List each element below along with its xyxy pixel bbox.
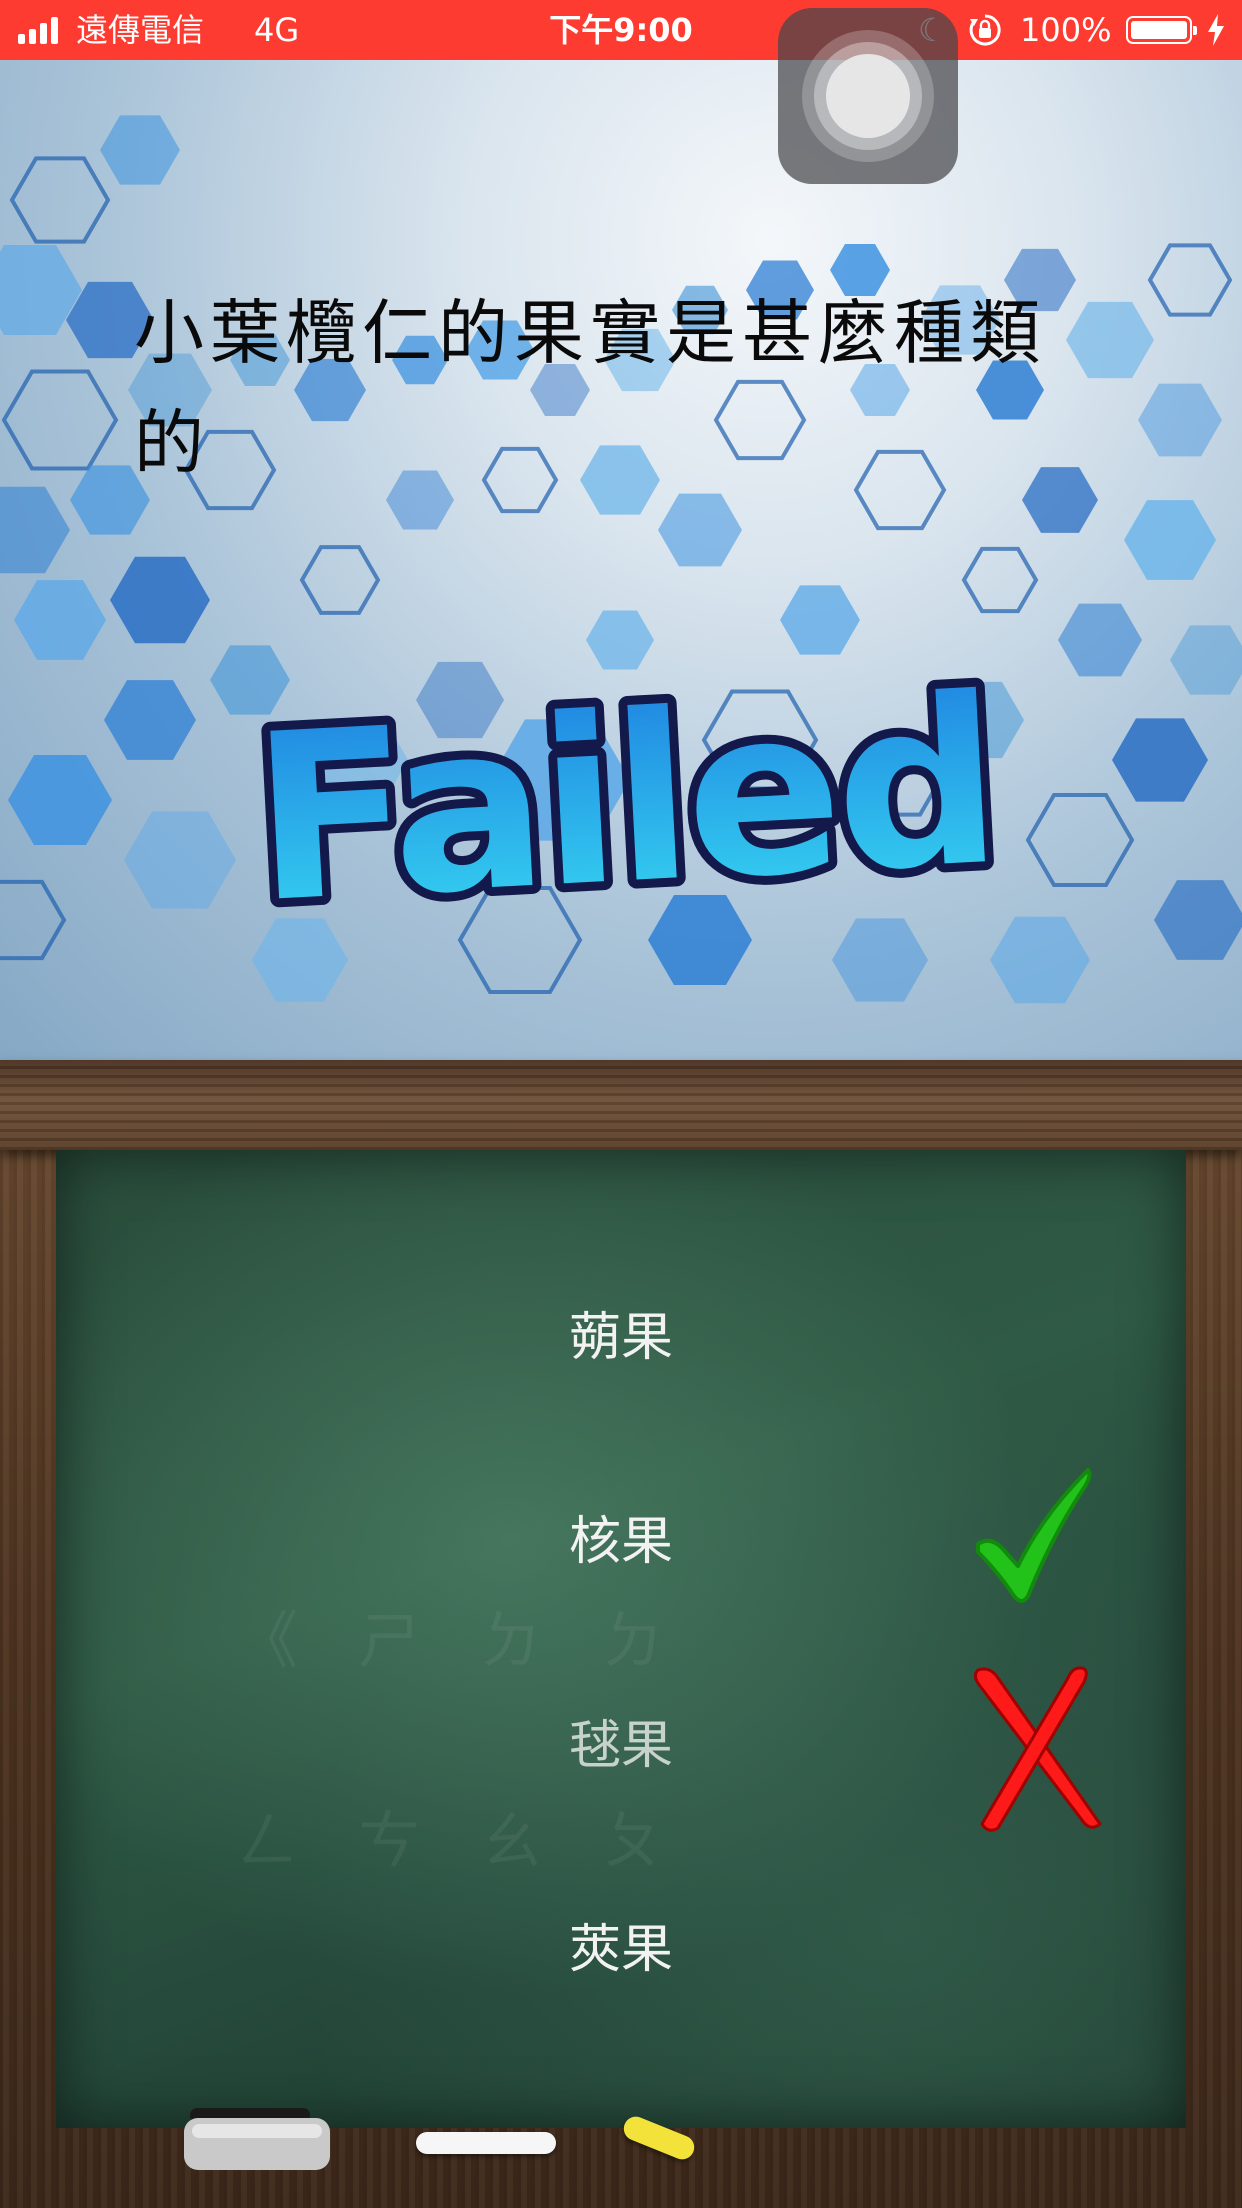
- hexagon-shape: [293, 531, 388, 630]
- eraser: [184, 2108, 330, 2170]
- hexagon-shape: [1140, 228, 1240, 332]
- hexagon-shape: [1100, 697, 1220, 823]
- battery-icon: [1126, 16, 1197, 44]
- failed-banner: Failed: [238, 640, 1010, 950]
- answer-option-1[interactable]: 蒴果: [0, 1298, 1242, 1378]
- hexagon-shape: [0, 863, 75, 977]
- white-chalk: [416, 2132, 556, 2154]
- ghost-chalk-row1: 《ㄕㄉㄉ: [236, 1604, 725, 1677]
- cross-mark-icon: [973, 1666, 1102, 1832]
- hexagon-shape: [1112, 480, 1228, 600]
- failed-text: Failed: [247, 649, 1001, 950]
- hexagon-shape: [2, 560, 118, 680]
- hexagon-shape: [0, 138, 120, 263]
- hexagon-shape: [1047, 585, 1153, 695]
- assistive-touch-icon[interactable]: [778, 8, 958, 184]
- ghost-chalk-row2: ㄥㄘㄠㄆ: [236, 1804, 725, 1877]
- answer-option-4[interactable]: 莢果: [0, 1910, 1242, 1990]
- orientation-lock-icon: [969, 14, 1001, 46]
- hexagon-shape: [1160, 608, 1242, 712]
- check-mark-icon: [976, 1468, 1092, 1603]
- frame-top-rail: [0, 1060, 1242, 1150]
- hexagon-shape: [1142, 860, 1242, 980]
- chalkboard: 《ㄕㄉㄉ ㄥㄘㄠㄆ: [0, 1060, 1242, 2208]
- hexagon-shape: [92, 660, 208, 780]
- question-panel: 小葉欖仁的果實是甚麼種類的 Failed: [0, 60, 1242, 1060]
- hexagon-shape: [955, 533, 1045, 627]
- hexagon-shape: [0, 732, 125, 868]
- charging-bolt-icon: [1208, 14, 1224, 46]
- status-bar: 遠傳電信 4G 下午9:00 ☾ 100%: [0, 0, 1242, 60]
- hexagon-shape: [90, 98, 190, 202]
- hexagon-shape: [0, 465, 83, 595]
- battery-percent: 100%: [1020, 11, 1112, 49]
- hexagon-shape: [1127, 365, 1233, 475]
- question-text: 小葉欖仁的果實是甚麼種類的: [134, 292, 1046, 484]
